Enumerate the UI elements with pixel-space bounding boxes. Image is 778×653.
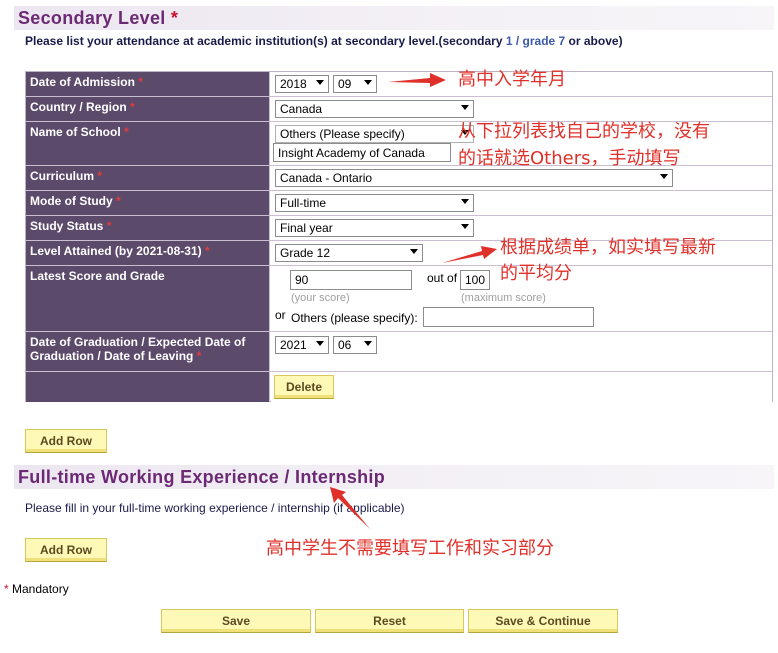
chevron-down-icon [461,199,469,204]
chevron-down-icon [364,80,372,85]
max-score-input[interactable]: 100 [460,270,490,290]
secondary-intro: Please list your attendance at academic … [25,34,623,48]
graduation-year-select[interactable]: 2021 [275,336,329,354]
study-status-select[interactable]: Final year [275,219,474,237]
label-empty [26,372,270,402]
row-country: Country / Region * Canada [26,97,772,122]
mode-of-study-select[interactable]: Full-time [275,194,474,212]
country-select[interactable]: Canada [275,100,474,118]
work-intro: Please fill in your full-time working ex… [25,501,405,515]
or-label: or [275,308,286,322]
delete-button[interactable]: Delete [274,375,334,399]
secondary-level-header: Secondary Level * [14,6,774,30]
chevron-down-icon [364,341,372,346]
graduation-month-select[interactable]: 06 [333,336,377,354]
label-date-of-admission: Date of Admission * [26,72,270,96]
annotation-school-line2: 的话就选Others，手动填写 [458,148,681,169]
work-experience-header: Full-time Working Experience / Internshi… [14,465,774,489]
chevron-down-icon [316,341,324,346]
label-latest-score: Latest Score and Grade [26,266,270,331]
chevron-down-icon [461,224,469,229]
level-attained-select[interactable]: Grade 12 [275,244,423,262]
work-experience-title: Full-time Working Experience / Internshi… [18,467,386,487]
max-score-hint: (maximum score) [461,292,546,304]
required-star: * [170,8,179,28]
score-hint: (your score) [291,292,350,304]
row-latest-score: Latest Score and Grade 90 out of 100 (yo… [26,266,772,332]
score-input[interactable]: 90 [290,270,412,290]
row-date-of-admission: Date of Admission * 2018 09 [26,72,772,97]
others-specify-input[interactable] [423,307,594,327]
chevron-down-icon [461,105,469,110]
secondary-level-title: Secondary Level [18,8,166,28]
row-mode-of-study: Mode of Study * Full-time [26,191,772,216]
label-level-attained: Level Attained (by 2021-08-31) * [26,241,270,265]
annotation-admission: 高中入学年月 [458,69,566,90]
label-date-of-graduation: Date of Graduation / Expected Date of Gr… [26,332,270,371]
add-row-button-work[interactable]: Add Row [25,538,107,562]
admission-month-select[interactable]: 09 [333,75,377,93]
reset-button[interactable]: Reset [315,609,464,633]
chevron-down-icon [316,80,324,85]
out-of-label: out of [427,271,458,285]
row-delete: Delete [26,372,772,402]
label-curriculum: Curriculum * [26,166,270,190]
annotation-work: 高中学生不需要填写工作和实习部分 [266,538,554,559]
admission-year-select[interactable]: 2018 [275,75,329,93]
annotation-score-line2: 的平均分 [500,263,572,284]
mandatory-note: * Mandatory [4,582,69,596]
save-continue-button[interactable]: Save & Continue [468,609,618,633]
school-select[interactable]: Others (Please specify) [275,125,474,143]
row-date-of-graduation: Date of Graduation / Expected Date of Gr… [26,332,772,372]
label-name-of-school: Name of School * [26,122,270,165]
label-study-status: Study Status * [26,216,270,240]
chevron-down-icon [410,249,418,254]
curriculum-select[interactable]: Canada - Ontario [275,169,673,187]
label-country: Country / Region * [26,97,270,121]
chevron-down-icon [660,174,668,179]
annotation-school-line1: 从下拉列表找自己的学校，没有 [458,121,710,142]
save-button[interactable]: Save [161,609,311,633]
school-other-input[interactable]: Insight Academy of Canada [273,143,451,162]
annotation-score-line1: 根据成绩单，如实填写最新 [500,237,716,258]
label-mode-of-study: Mode of Study * [26,191,270,215]
others-specify-label: Others (please specify): [291,311,418,325]
add-row-button-secondary[interactable]: Add Row [25,429,107,453]
